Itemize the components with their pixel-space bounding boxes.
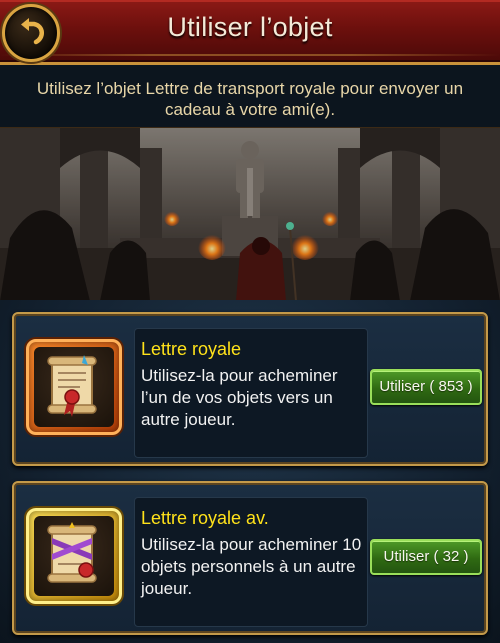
item-list: Lettre royale Utilisez-la pour acheminer…	[0, 300, 500, 643]
item-name: Lettre royale	[141, 339, 242, 359]
header-bar: Utiliser l’objet	[0, 0, 500, 65]
description-text: Utilisez l’objet Lettre de transport roy…	[36, 79, 464, 119]
item-name: Lettre royale av.	[141, 508, 269, 528]
back-arrow-icon	[21, 18, 44, 45]
item-card-royal-letter: Lettre royale Utilisez-la pour acheminer…	[12, 312, 488, 466]
item-card-advanced-royal-letter: Lettre royale av. Utilisez-la pour achem…	[12, 481, 488, 635]
banner-illustration	[0, 127, 500, 302]
use-button[interactable]: Utiliser ( 32 )	[370, 539, 482, 575]
page-title: Utiliser l’objet	[167, 12, 333, 42]
back-button[interactable]	[2, 4, 60, 62]
item-description: Utilisez-la pour acheminer 10 objets per…	[141, 535, 362, 598]
use-button[interactable]: Utiliser ( 853 )	[370, 369, 482, 405]
item-info-panel: Lettre royale av. Utilisez-la pour achem…	[134, 497, 368, 627]
advanced-royal-letter-scroll-icon	[47, 522, 97, 583]
item-icon-frame	[26, 339, 122, 435]
royal-letter-scroll-icon	[47, 355, 97, 417]
item-icon-frame	[26, 508, 122, 604]
description-area: Utilisez l’objet Lettre de transport roy…	[0, 65, 500, 127]
item-description: Utilisez-la pour acheminer l’un de vos o…	[141, 366, 338, 429]
item-info-panel: Lettre royale Utilisez-la pour acheminer…	[134, 328, 368, 458]
